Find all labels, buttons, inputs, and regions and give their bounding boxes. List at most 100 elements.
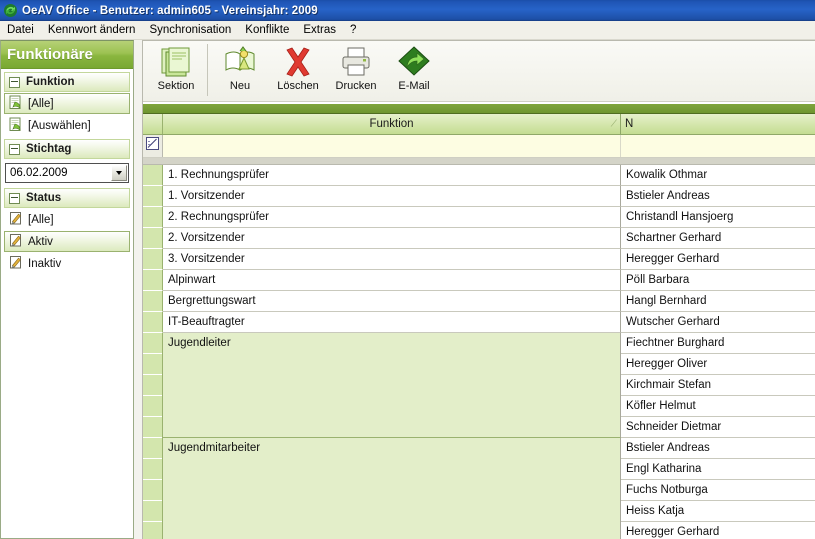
cell-name[interactable]: Heregger Gerhard [621,249,815,271]
cell-funktion-merged[interactable]: Jugendmitarbeiter [163,438,621,539]
row-gutter[interactable] [143,270,163,292]
cell-name[interactable]: Heregger Gerhard [621,522,815,539]
filter-builder-button[interactable] [143,135,163,158]
cell-funktion[interactable]: 1. Rechnungsprüfer [163,165,621,187]
row-gutter[interactable] [143,207,163,229]
data-grid: Funktion ⁄ N 1. Rechnungsprüfer Kowalik … [143,102,815,539]
menu-item-konflikte[interactable]: Konflikte [238,23,296,38]
table-row[interactable]: IT-Beauftragter Wutscher Gerhard [143,312,815,334]
row-gutter-segment[interactable] [143,396,162,418]
row-gutter[interactable] [143,291,163,313]
sidebar-group-status[interactable]: Status [4,188,130,208]
cell-funktion[interactable]: 3. Vorsitzender [163,249,621,271]
cell-name[interactable]: Christandl Hansjoerg [621,207,815,229]
toolbar-button-neu[interactable]: Neu [211,44,269,100]
cell-name[interactable]: Fuchs Notburga [621,480,815,502]
cell-name[interactable]: Bstieler Andreas [621,438,815,460]
filter-input-funktion[interactable] [163,135,621,158]
toolbar-button-email[interactable]: E-Mail [385,44,443,100]
table-row[interactable]: 1. Vorsitzender Bstieler Andreas [143,186,815,208]
sidebar-group-stichtag[interactable]: Stichtag [4,139,130,159]
stichtag-date-combobox[interactable]: 06.02.2009 [5,163,129,183]
row-gutter[interactable] [143,333,163,439]
cell-funktion[interactable]: Bergrettungswart [163,291,621,313]
cell-name[interactable]: Pöll Barbara [621,270,815,292]
table-row[interactable]: 2. Vorsitzender Schartner Gerhard [143,228,815,250]
row-gutter-segment[interactable] [143,333,162,355]
cell-name[interactable]: Heregger Oliver [621,354,815,376]
row-gutter-segment[interactable] [143,417,162,439]
toolbar-button-label: Sektion [157,80,195,92]
sidebar-item-label: Aktiv [28,235,53,248]
sidebar-group-label: Funktion [26,76,75,88]
row-gutter[interactable] [143,186,163,208]
cell-name[interactable]: Kirchmair Stefan [621,375,815,397]
table-row[interactable]: Alpinwart Pöll Barbara [143,270,815,292]
cell-funktion-merged[interactable]: Jugendleiter [163,333,621,439]
printer-icon [339,44,373,80]
menu-item-kennwort-aendern[interactable]: Kennwort ändern [41,23,143,38]
body-split: Funktionäre Funktion [Alle] [Auswählen] … [0,40,815,539]
toolbar-button-drucken[interactable]: Drucken [327,44,385,100]
table-row[interactable]: 1. Rechnungsprüfer Kowalik Othmar [143,165,815,187]
cell-name[interactable]: Bstieler Andreas [621,186,815,208]
cell-funktion[interactable]: 2. Rechnungsprüfer [163,207,621,229]
row-gutter-segment[interactable] [143,480,162,502]
minus-box-icon[interactable] [9,192,20,204]
row-gutter[interactable] [143,228,163,250]
row-gutter[interactable] [143,249,163,271]
cell-funktion[interactable]: Alpinwart [163,270,621,292]
sidebar-group-label: Stichtag [26,143,72,155]
cell-name[interactable]: Hangl Bernhard [621,291,815,313]
minus-box-icon[interactable] [9,143,20,155]
sidebar-splitter[interactable] [134,40,142,539]
toolbar-button-loeschen[interactable]: Löschen [269,44,327,100]
menu-item-extras[interactable]: Extras [296,23,343,38]
row-gutter-segment[interactable] [143,522,162,539]
sidebar-item-status-alle[interactable]: [Alle] [4,209,130,230]
sidebar-item-label: [Alle] [28,213,54,226]
row-gutter[interactable] [143,438,163,539]
row-gutter-segment[interactable] [143,501,162,523]
chevron-down-icon[interactable] [111,165,127,181]
cell-name[interactable]: Fiechtner Burghard [621,333,815,355]
row-gutter[interactable] [143,312,163,334]
pencil-note-icon [9,233,23,251]
row-gutter-segment[interactable] [143,459,162,481]
green-diamond-arrow-icon [397,44,431,80]
row-gutter-segment[interactable] [143,438,162,460]
grid-column-header-name[interactable]: N [621,114,815,134]
row-gutter[interactable] [143,165,163,187]
sidebar-item-funktion-alle[interactable]: [Alle] [4,93,130,114]
cell-name[interactable]: Kowalik Othmar [621,165,815,187]
table-row[interactable]: Bergrettungswart Hangl Bernhard [143,291,815,313]
sidebar-item-status-aktiv[interactable]: Aktiv [4,231,130,252]
row-gutter-segment[interactable] [143,375,162,397]
grid-column-header-funktion[interactable]: Funktion ⁄ [163,114,621,135]
cell-funktion[interactable]: IT-Beauftragter [163,312,621,334]
cell-name[interactable]: Schartner Gerhard [621,228,815,250]
minus-box-icon[interactable] [9,76,20,88]
sidebar-item-status-inaktiv[interactable]: Inaktiv [4,253,130,274]
table-row-group: Jugendleiter Fiechtner Burghard Heregger O… [143,333,815,439]
table-row[interactable]: 3. Vorsitzender Heregger Gerhard [143,249,815,271]
menu-item-help[interactable]: ? [343,23,363,38]
grid-top-band [143,104,815,115]
cell-name[interactable]: Köfler Helmut [621,396,815,418]
cell-funktion[interactable]: 2. Vorsitzender [163,228,621,250]
sidebar-group-funktion[interactable]: Funktion [4,72,130,92]
filter-input-name[interactable] [621,135,815,157]
row-gutter-segment[interactable] [143,354,162,376]
table-row[interactable]: 2. Rechnungsprüfer Christandl Hansjoerg [143,207,815,229]
menu-item-synchronisation[interactable]: Synchronisation [142,23,238,38]
cell-name[interactable]: Heiss Katja [621,501,815,523]
cell-name[interactable]: Engl Katharina [621,459,815,481]
sidebar: Funktionäre Funktion [Alle] [Auswählen] … [0,40,134,539]
toolbar-button-sektion[interactable]: Sektion [147,44,205,100]
cell-name[interactable]: Schneider Dietmar [621,417,815,439]
menu-item-datei[interactable]: Datei [0,23,41,38]
sidebar-item-funktion-auswaehlen[interactable]: [Auswählen] [4,115,130,136]
cell-name[interactable]: Wutscher Gerhard [621,312,815,334]
cell-funktion[interactable]: 1. Vorsitzender [163,186,621,208]
toolbar-button-label: Löschen [277,80,319,92]
